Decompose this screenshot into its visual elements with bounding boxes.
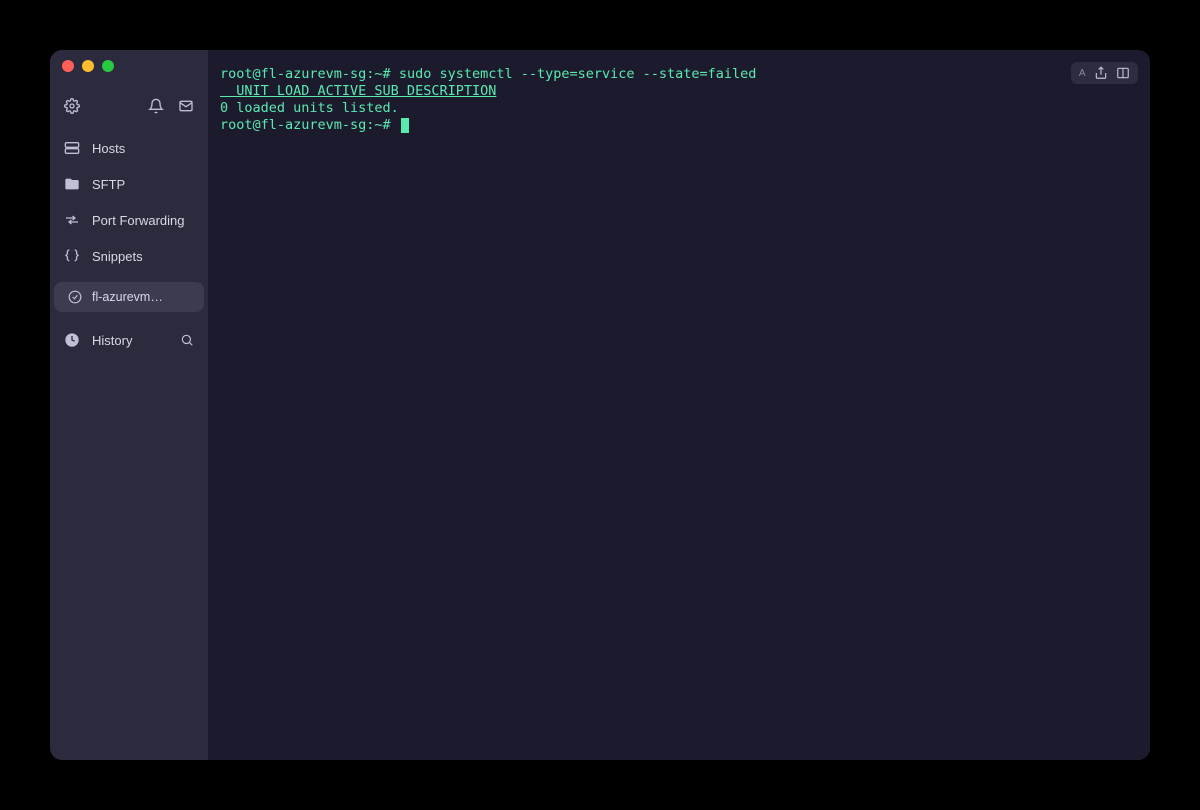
share-icon[interactable] (1094, 66, 1108, 80)
sidebar-item-sftp[interactable]: SFTP (50, 166, 208, 202)
badge-text: A (1079, 68, 1086, 79)
sidebar-item-label: Snippets (92, 249, 143, 264)
clock-icon (64, 332, 80, 348)
output-status: 0 loaded units listed. (220, 100, 399, 116)
sidebar-item-label: Port Forwarding (92, 213, 184, 228)
sidebar-item-port-forwarding[interactable]: Port Forwarding (50, 202, 208, 238)
search-icon[interactable] (180, 333, 194, 347)
arrows-icon (64, 212, 80, 228)
prompt-text: root@fl-azurevm-sg:~# (220, 66, 399, 82)
terminal-line: root@fl-azurevm-sg:~# (220, 117, 1138, 134)
folder-icon (64, 176, 80, 192)
bell-icon[interactable] (148, 98, 164, 114)
close-window-button[interactable] (62, 60, 74, 72)
terminal-pane[interactable]: root@fl-azurevm-sg:~# sudo systemctl --t… (208, 50, 1150, 760)
sidebar-nav: Hosts SFTP Port Forwarding Snippets (50, 130, 208, 274)
terminal-line: root@fl-azurevm-sg:~# sudo systemctl --t… (220, 66, 1138, 83)
sidebar: Hosts SFTP Port Forwarding Snippets (50, 50, 208, 760)
top-right-controls: A (1071, 62, 1138, 84)
sidebar-item-snippets[interactable]: Snippets (50, 238, 208, 274)
mail-icon[interactable] (178, 98, 194, 114)
history-label: History (92, 333, 132, 348)
output-header: UNIT LOAD ACTIVE SUB DESCRIPTION (220, 83, 496, 99)
sidebar-session-tab[interactable]: fl-azurevm… (54, 282, 204, 312)
window-controls (50, 50, 208, 78)
sidebar-item-label: Hosts (92, 141, 125, 156)
command-text: sudo systemctl --type=service --state=fa… (399, 66, 757, 82)
terminal-line: UNIT LOAD ACTIVE SUB DESCRIPTION (220, 83, 1138, 100)
sidebar-item-label: SFTP (92, 177, 125, 192)
split-pane-icon[interactable] (1116, 66, 1130, 80)
terminal-line: 0 loaded units listed. (220, 100, 1138, 117)
sidebar-item-history[interactable]: History (50, 322, 208, 358)
terminal-session-icon (68, 290, 82, 304)
session-label: fl-azurevm… (92, 290, 163, 304)
sidebar-item-hosts[interactable]: Hosts (50, 130, 208, 166)
sidebar-top-icons (50, 88, 208, 124)
prompt-text: root@fl-azurevm-sg:~# (220, 117, 399, 133)
app-window: Hosts SFTP Port Forwarding Snippets (50, 50, 1150, 760)
minimize-window-button[interactable] (82, 60, 94, 72)
braces-icon (64, 248, 80, 264)
cursor (401, 118, 409, 133)
gear-icon[interactable] (64, 98, 80, 114)
maximize-window-button[interactable] (102, 60, 114, 72)
server-icon (64, 140, 80, 156)
